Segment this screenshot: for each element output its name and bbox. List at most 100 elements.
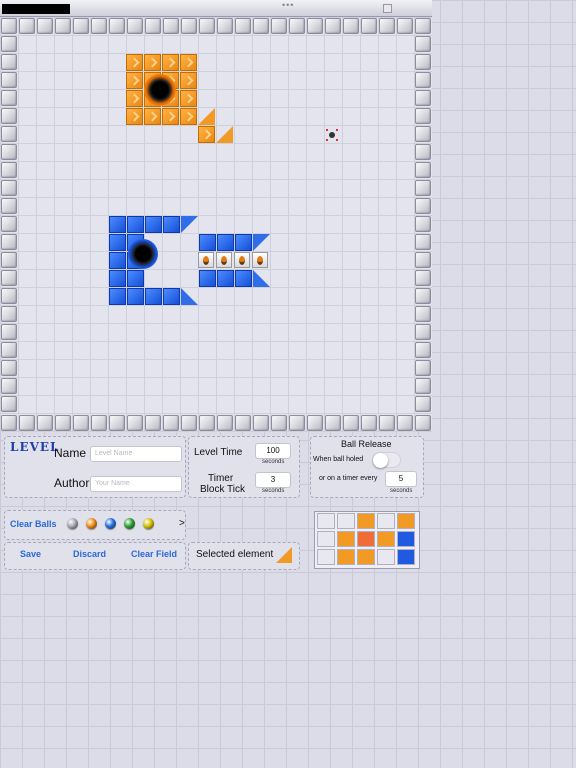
orange-block[interactable] [180,108,197,125]
wall-block[interactable] [307,18,323,34]
level-name-input[interactable]: Level Name [90,446,182,462]
wall-block[interactable] [1,216,17,232]
silver-ball-icon[interactable] [67,518,78,529]
blue-block[interactable] [235,234,252,251]
wall-block[interactable] [55,18,71,34]
wall-block[interactable] [1,306,17,322]
wall-block[interactable] [1,252,17,268]
wall-block[interactable] [1,18,17,34]
orange-block[interactable] [180,90,197,107]
orange-block[interactable] [144,54,161,71]
palette-element[interactable] [317,513,335,529]
wall-block[interactable] [415,36,431,52]
blue-block[interactable] [109,216,126,233]
palette-element[interactable] [377,513,395,529]
blue-block[interactable] [109,252,126,269]
more-dots-icon[interactable]: ••• [282,0,294,10]
wall-block[interactable] [109,18,125,34]
wall-block[interactable] [397,415,413,431]
wall-block[interactable] [235,18,251,34]
blue-block[interactable] [109,234,126,251]
wall-block[interactable] [1,288,17,304]
wall-block[interactable] [217,18,233,34]
wall-block[interactable] [199,415,215,431]
wall-block[interactable] [73,415,89,431]
orange-block[interactable] [126,108,143,125]
wall-block[interactable] [415,180,431,196]
wall-block[interactable] [19,18,35,34]
palette-element[interactable] [357,549,375,565]
clear-field-button[interactable]: Clear Field [131,549,177,559]
wall-block[interactable] [1,270,17,286]
wall-block[interactable] [1,126,17,142]
orange-block[interactable] [126,54,143,71]
blue-block[interactable] [109,288,126,305]
wall-block[interactable] [415,126,431,142]
wall-block[interactable] [361,415,377,431]
wall-block[interactable] [1,162,17,178]
blue-block[interactable] [109,270,126,287]
wall-block[interactable] [1,342,17,358]
palette-element[interactable] [397,549,415,565]
wall-block[interactable] [109,415,125,431]
wall-block[interactable] [199,18,215,34]
wall-block[interactable] [163,415,179,431]
palette-element[interactable] [317,531,335,547]
orange-block[interactable] [180,54,197,71]
wall-block[interactable] [415,18,431,34]
palette-element[interactable] [337,513,355,529]
orange-ramp[interactable] [216,126,233,143]
blue-ramp[interactable] [181,216,198,233]
wall-block[interactable] [289,18,305,34]
wall-block[interactable] [127,18,143,34]
ball-launcher-icon[interactable] [252,252,268,268]
wall-block[interactable] [1,90,17,106]
ball-launcher-icon[interactable] [234,252,250,268]
wall-block[interactable] [73,18,89,34]
orange-block[interactable] [162,54,179,71]
wall-block[interactable] [415,378,431,394]
wall-block[interactable] [1,234,17,250]
wall-block[interactable] [415,234,431,250]
blue-block[interactable] [217,270,234,287]
wall-block[interactable] [145,415,161,431]
wall-block[interactable] [271,415,287,431]
wall-block[interactable] [415,144,431,160]
wall-block[interactable] [415,90,431,106]
wall-block[interactable] [325,18,341,34]
ball-launcher-icon[interactable] [198,252,214,268]
wall-block[interactable] [235,415,251,431]
wall-block[interactable] [253,18,269,34]
element-palette[interactable] [314,511,420,569]
author-name-input[interactable]: Your Name [90,476,182,492]
orange-ramp[interactable] [198,108,215,125]
palette-element[interactable] [337,531,355,547]
wall-block[interactable] [37,18,53,34]
ball-holed-toggle[interactable] [372,452,401,468]
wall-block[interactable] [1,72,17,88]
wall-block[interactable] [1,36,17,52]
wall-block[interactable] [343,415,359,431]
palette-element[interactable] [397,531,415,547]
blue-ramp[interactable] [253,234,270,251]
blue-block[interactable] [127,288,144,305]
wall-block[interactable] [325,415,341,431]
wall-block[interactable] [217,415,233,431]
wall-block[interactable] [1,180,17,196]
wall-block[interactable] [91,415,107,431]
wall-block[interactable] [1,360,17,376]
wall-block[interactable] [415,108,431,124]
wall-block[interactable] [1,144,17,160]
blue-block[interactable] [127,216,144,233]
blue-block[interactable] [199,270,216,287]
wall-block[interactable] [415,198,431,214]
discard-button[interactable]: Discard [73,549,106,559]
palette-element[interactable] [377,549,395,565]
palette-element[interactable] [397,513,415,529]
orange-ball-icon[interactable] [86,518,97,529]
orange-block[interactable] [126,90,143,107]
wall-block[interactable] [1,198,17,214]
wall-block[interactable] [1,378,17,394]
clear-balls-button[interactable]: Clear Balls [10,519,57,529]
palette-element[interactable] [357,531,375,547]
